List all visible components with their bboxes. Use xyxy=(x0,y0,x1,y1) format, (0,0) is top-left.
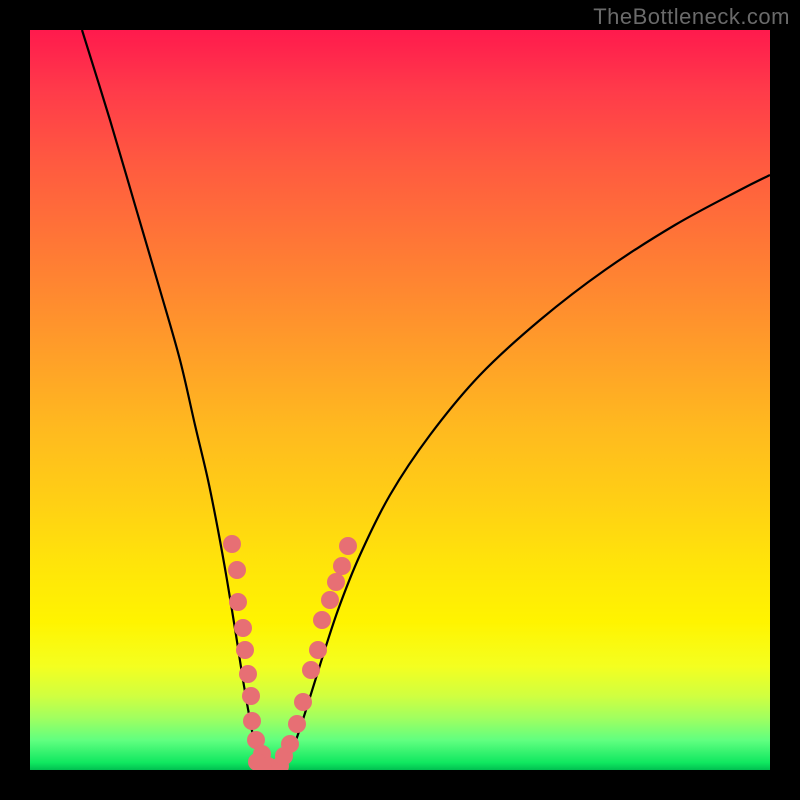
marker-dot xyxy=(321,591,339,609)
marker-dot xyxy=(294,693,312,711)
marker-dot xyxy=(236,641,254,659)
marker-dot xyxy=(333,557,351,575)
marker-dot xyxy=(339,537,357,555)
marker-dot xyxy=(288,715,306,733)
plot-area xyxy=(30,30,770,770)
marker-dot xyxy=(239,665,257,683)
marker-dot xyxy=(313,611,331,629)
marker-dot xyxy=(309,641,327,659)
marker-dot xyxy=(302,661,320,679)
curve-left xyxy=(82,30,267,768)
curve-right xyxy=(280,175,770,768)
curve-svg xyxy=(30,30,770,770)
marker-dot xyxy=(327,573,345,591)
watermark-text: TheBottleneck.com xyxy=(593,4,790,30)
marker-dot xyxy=(243,712,261,730)
marker-dot xyxy=(281,735,299,753)
marker-dot xyxy=(223,535,241,553)
marker-dot xyxy=(229,593,247,611)
marker-dot xyxy=(242,687,260,705)
marker-dot xyxy=(234,619,252,637)
marker-group xyxy=(223,535,357,770)
outer-frame: TheBottleneck.com xyxy=(0,0,800,800)
marker-dot xyxy=(228,561,246,579)
